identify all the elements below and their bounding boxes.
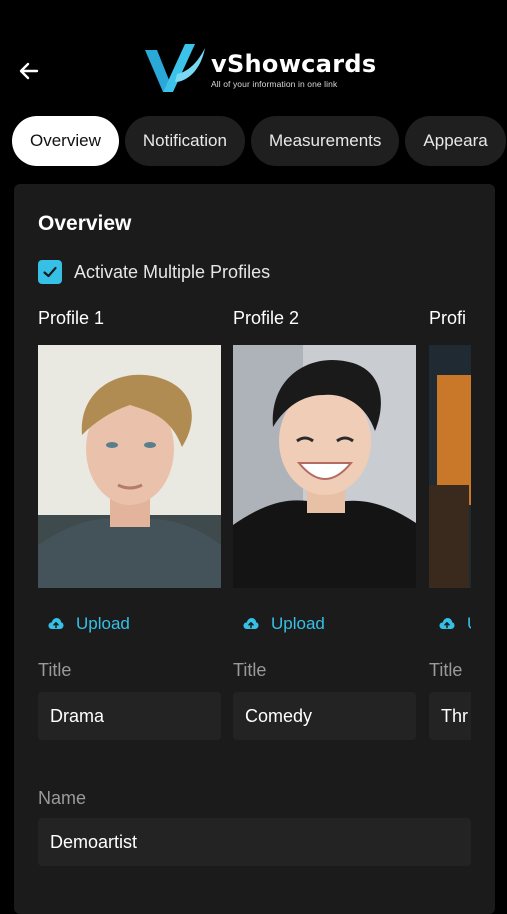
- profile-photo-3[interactable]: [429, 345, 471, 588]
- logo-mark-icon: [145, 44, 205, 92]
- back-button[interactable]: [14, 56, 44, 86]
- portrait-image: [233, 345, 416, 588]
- portrait-image: [38, 345, 221, 588]
- upload-button-2[interactable]: Upload: [243, 614, 325, 634]
- profiles-carousel[interactable]: Profile 1 Upload Title Drama Profile 2 U…: [38, 308, 471, 748]
- tab-appearance[interactable]: Appeara: [405, 116, 506, 166]
- cloud-upload-icon: [439, 618, 455, 629]
- profile-card-2: Profile 2 Upload Title Comedy: [233, 308, 416, 740]
- profile-photo-2[interactable]: [233, 345, 416, 588]
- name-label: Name: [38, 788, 87, 808]
- tab-notification[interactable]: Notification: [124, 116, 245, 166]
- profile-photo-1[interactable]: [38, 345, 221, 588]
- upload-label: U: [467, 614, 471, 634]
- profile-title-input-1[interactable]: [38, 692, 221, 740]
- tab-bar: Overview Notification Measurements Appea…: [12, 116, 506, 166]
- profile-name: Profile 1: [38, 308, 105, 328]
- arrow-left-icon: [19, 62, 39, 80]
- tab-overview[interactable]: Overview: [12, 116, 119, 166]
- app-header: vShowcards All of your information in on…: [0, 0, 507, 112]
- cloud-upload-icon: [48, 618, 64, 629]
- profile-card-1: Profile 1 Upload Title Drama: [38, 308, 221, 740]
- title-label: Title: [233, 660, 267, 680]
- profile-title-input-3[interactable]: [429, 692, 471, 740]
- multiple-profiles-checkbox[interactable]: [38, 260, 62, 284]
- cloud-upload-icon: [243, 618, 259, 629]
- checkmark-icon: [43, 266, 57, 278]
- portrait-image: [429, 345, 471, 588]
- upload-label: Upload: [76, 614, 130, 633]
- section-title: Overview: [38, 212, 132, 235]
- vshowcards-logo: vShowcards All of your information in on…: [145, 42, 376, 98]
- title-label: Title: [429, 660, 463, 680]
- multiple-profiles-label: Activate Multiple Profiles: [74, 261, 271, 282]
- profile-name: Profi: [429, 308, 467, 328]
- upload-button-3[interactable]: U: [439, 614, 471, 634]
- logo-title: vShowcards: [211, 50, 377, 78]
- profile-name: Profile 2: [233, 308, 300, 328]
- tab-measurements[interactable]: Measurements: [250, 116, 400, 166]
- title-label: Title: [38, 660, 72, 680]
- upload-label: Upload: [271, 614, 325, 633]
- multiple-profiles-option: Activate Multiple Profiles: [38, 260, 270, 284]
- profile-title-input-2[interactable]: [233, 692, 416, 740]
- logo-tagline: All of your information in one link: [211, 79, 338, 89]
- name-input[interactable]: [38, 818, 471, 866]
- overview-card: Overview Activate Multiple Profiles Prof…: [14, 184, 495, 914]
- upload-button-1[interactable]: Upload: [48, 614, 130, 634]
- profile-card-3: Profi U Title: [429, 308, 471, 740]
